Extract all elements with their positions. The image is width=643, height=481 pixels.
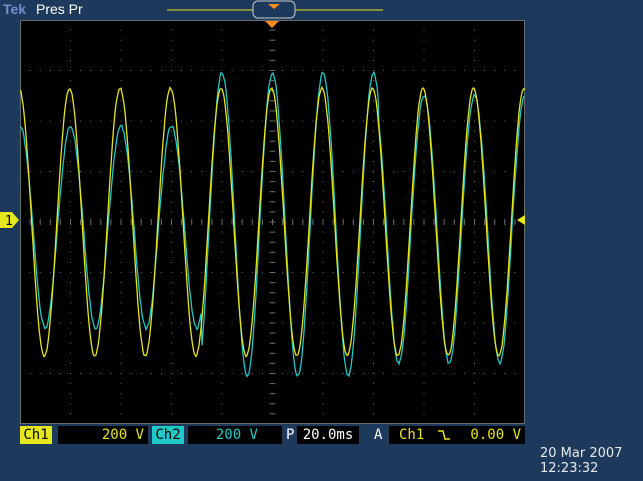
- ch2-label[interactable]: Ch2: [152, 426, 184, 444]
- readout-bar: Ch1 200 V Ch2 200 V P 20.0ms A Ch1 0.00 …: [0, 426, 643, 444]
- trigger-level: 0.00 V: [470, 427, 521, 443]
- record-position-indicator: [167, 0, 383, 19]
- date-text: 20 Mar 2007: [540, 446, 623, 461]
- trigger-mode: A: [374, 427, 383, 443]
- ch1-label[interactable]: Ch1: [20, 426, 52, 444]
- ch2-scale[interactable]: 200 V: [188, 426, 282, 444]
- timebase-readout[interactable]: 20.0ms: [297, 426, 359, 444]
- time-prefix: P: [286, 427, 295, 443]
- time-text: 12:23:32: [540, 461, 599, 476]
- falling-edge-icon: [438, 430, 450, 440]
- trigger-readout[interactable]: Ch1 0.00 V: [389, 426, 525, 444]
- ch1-ground-marker: 1: [0, 212, 19, 229]
- svg-text:1: 1: [5, 214, 13, 229]
- datetime-display: 20 Mar 2007 12:23:32: [540, 446, 622, 476]
- trigger-source: Ch1: [399, 427, 425, 443]
- top-status-bar: Tek Pres Pr: [0, 0, 643, 20]
- ch1-scale[interactable]: 200 V: [58, 426, 148, 444]
- trigger-level-marker: [517, 215, 525, 225]
- waveform-display: [20, 20, 525, 424]
- trigger-position-marker: [265, 21, 279, 28]
